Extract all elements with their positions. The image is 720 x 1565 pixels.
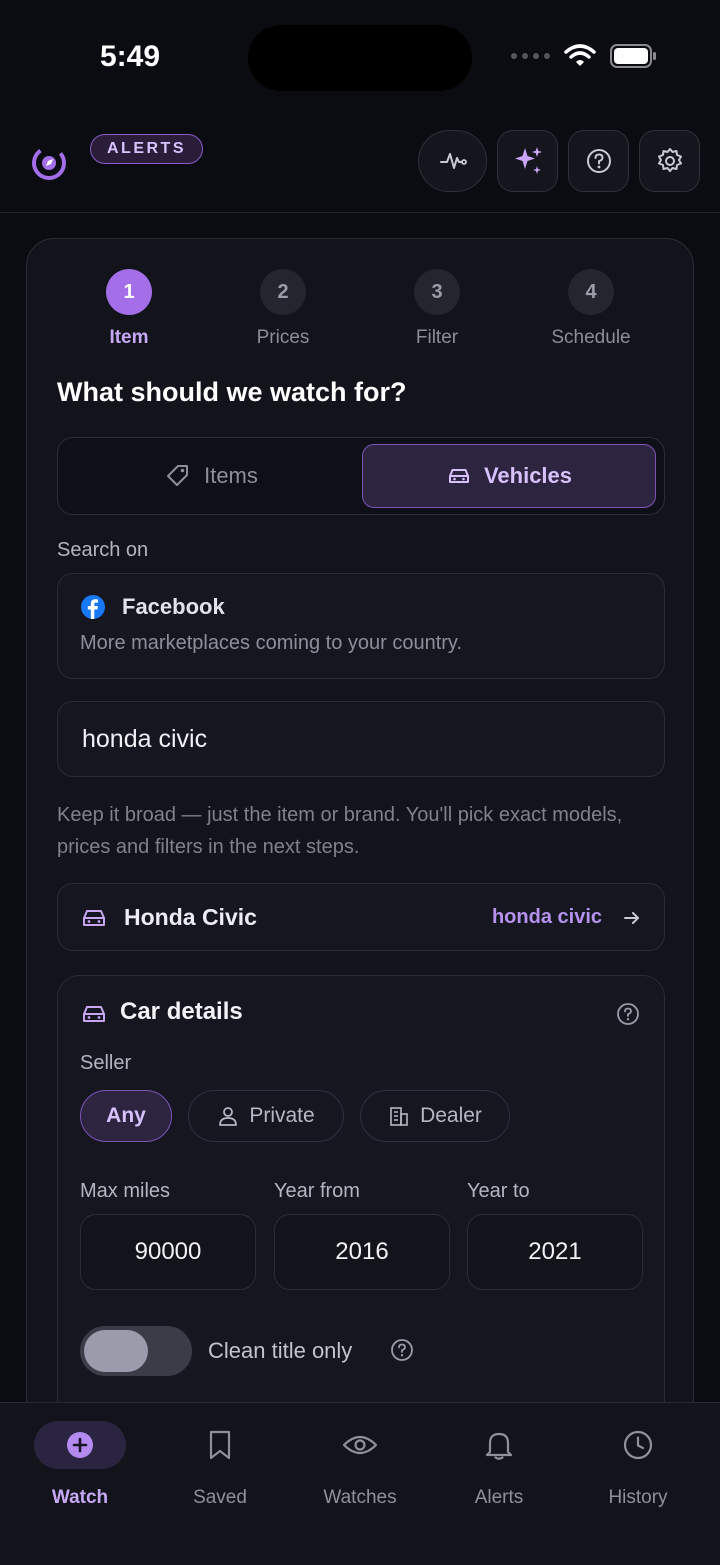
tab-label: Saved: [193, 1487, 247, 1508]
segment-items[interactable]: Items: [64, 444, 358, 508]
settings-button[interactable]: [639, 130, 700, 192]
step-label: Schedule: [551, 327, 631, 348]
year-from-label: Year from: [274, 1180, 360, 1202]
car-icon: [83, 1006, 105, 1022]
bottom-tab-bar: Watch Saved Watches Alerts History: [0, 1402, 720, 1565]
suggestion-title: Honda Civic: [124, 904, 257, 930]
step-schedule[interactable]: 4 Schedule: [536, 269, 646, 349]
step-filter[interactable]: 3 Filter: [382, 269, 492, 349]
alerts-badge: ALERTS: [90, 134, 203, 164]
car-details-title: Car details: [120, 998, 243, 1025]
chip-label: Private: [249, 1104, 315, 1127]
bookmark-icon: [209, 1430, 231, 1460]
seller-label: Seller: [80, 1052, 132, 1074]
bell-icon: [485, 1432, 513, 1460]
page-title: What should we watch for?: [57, 377, 407, 407]
marketplace-note: More marketplaces coming to your country…: [80, 632, 463, 654]
step-label: Filter: [415, 327, 459, 348]
battery-icon: [610, 44, 656, 68]
segment-vehicles[interactable]: Vehicles: [362, 444, 656, 508]
tab-label: Watches: [323, 1487, 397, 1508]
marketplace-name: Facebook: [122, 594, 225, 619]
clean-title-label: Clean title only: [208, 1338, 353, 1363]
building-icon: [390, 1107, 408, 1126]
tab-icon-wrap: [290, 1421, 430, 1469]
help-icon[interactable]: [390, 1338, 414, 1362]
help-icon: [586, 149, 611, 173]
category-segmented-control: Items Vehicles: [57, 437, 665, 515]
wifi-icon: [564, 44, 596, 66]
max-miles-input[interactable]: 90000: [80, 1214, 256, 1290]
dynamic-island: [248, 25, 472, 91]
sparkles-icon: [514, 147, 542, 174]
plus-circle-icon: [67, 1432, 93, 1458]
cellular-icon: [511, 53, 550, 59]
search-input[interactable]: [57, 701, 665, 777]
app-header: ALERTS: [0, 110, 720, 213]
segment-items-label: Items: [204, 463, 258, 488]
watch-wizard-card: 1 Item 2 Prices 3 Filter 4 Schedule What…: [26, 238, 694, 1438]
seller-dealer-chip[interactable]: Dealer: [360, 1090, 510, 1142]
seller-any-chip[interactable]: Any: [80, 1090, 172, 1142]
step-number: 3: [414, 269, 460, 315]
step-label: Prices: [256, 327, 310, 348]
marketplace-card[interactable]: Facebook More marketplaces coming to you…: [57, 573, 665, 679]
step-prices[interactable]: 2 Prices: [228, 269, 338, 349]
tab-history[interactable]: History: [568, 1421, 708, 1509]
help-icon[interactable]: [616, 1002, 640, 1026]
tab-label: Alerts: [474, 1487, 524, 1508]
car-icon: [448, 469, 469, 483]
chip-label: Dealer: [420, 1104, 482, 1127]
tab-icon-wrap: [150, 1421, 290, 1469]
tab-watches[interactable]: Watches: [290, 1421, 430, 1509]
chip-label: Any: [106, 1104, 146, 1127]
model-suggestion[interactable]: Honda Civic honda civic: [57, 883, 665, 951]
step-number: 2: [260, 269, 306, 315]
search-on-label: Search on: [57, 539, 149, 561]
user-icon: [219, 1107, 238, 1126]
status-time: 5:49: [100, 40, 161, 73]
car-icon: [83, 910, 105, 926]
suggestion-query: honda civic: [491, 906, 602, 928]
tab-icon-wrap: [568, 1421, 708, 1469]
year-from-input[interactable]: 2016: [274, 1214, 450, 1290]
tab-alerts[interactable]: Alerts: [429, 1421, 569, 1509]
wizard-steps: 1 Item 2 Prices 3 Filter 4 Schedule: [27, 269, 693, 359]
step-number: 4: [568, 269, 614, 315]
tab-icon-wrap: [34, 1421, 126, 1469]
facebook-icon: [81, 595, 105, 619]
step-item[interactable]: 1 Item: [74, 269, 184, 349]
activity-icon: [439, 153, 467, 169]
year-to-input[interactable]: 2021: [467, 1214, 643, 1290]
activity-button[interactable]: [418, 130, 487, 192]
year-to-label: Year to: [467, 1180, 530, 1202]
car-details-panel: Car details Seller Any Private Dealer Ma…: [57, 975, 665, 1437]
help-button[interactable]: [568, 130, 629, 192]
toggle-knob: [84, 1330, 148, 1372]
clock-icon: [623, 1430, 653, 1460]
eye-icon: [342, 1435, 378, 1455]
settings-icon: [657, 148, 682, 172]
segment-vehicles-label: Vehicles: [483, 463, 573, 488]
tab-icon-wrap: [429, 1421, 569, 1469]
tag-icon: [167, 465, 189, 486]
compass-logo-icon: [32, 146, 66, 180]
step-number: 1: [106, 269, 152, 315]
arrow-right-icon: [624, 912, 639, 924]
status-indicators: [511, 44, 658, 68]
ai-assist-button[interactable]: [497, 130, 558, 192]
clean-title-toggle[interactable]: [80, 1326, 192, 1376]
tab-label: History: [608, 1487, 668, 1508]
step-label: Item: [109, 327, 149, 348]
search-hint: Keep it broad — just the item or brand. …: [57, 804, 623, 858]
seller-private-chip[interactable]: Private: [188, 1090, 344, 1142]
tab-saved[interactable]: Saved: [150, 1421, 290, 1509]
tab-label: Watch: [51, 1487, 109, 1508]
tab-watch[interactable]: Watch: [10, 1421, 150, 1509]
max-miles-label: Max miles: [80, 1180, 171, 1202]
